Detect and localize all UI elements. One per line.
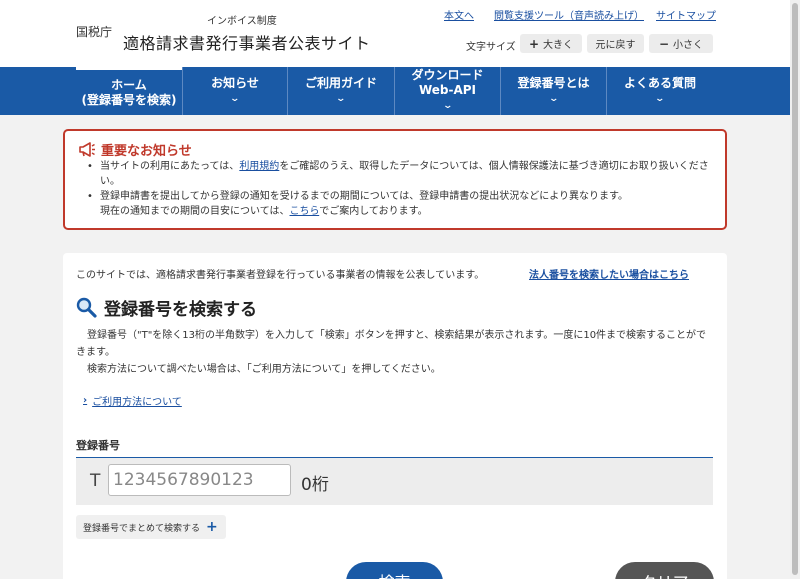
- intro-text: このサイトでは、適格請求書発行事業者登録を行っている事業者の情報を公表しています…: [76, 270, 485, 281]
- registration-number-field: T 0桁: [76, 458, 713, 505]
- nav-news-label: お知らせ: [211, 75, 259, 90]
- clear-button-label: クリア: [640, 569, 688, 579]
- registration-number-input[interactable]: [108, 464, 291, 496]
- notice-item2-before: 現在の通知までの期間の目安については、: [100, 206, 290, 217]
- notice-here-link[interactable]: こちら: [290, 206, 320, 217]
- font-reset-button[interactable]: 元に戻す: [587, 34, 644, 53]
- notice-item2-line1: 登録申請書を提出してから登録の通知を受けるまでの期間については、登録申請書の提出…: [100, 191, 628, 202]
- search-description: 登録番号（"T"を除く13桁の半角数字）を入力して「検索」ボタンを押すと、検索結…: [76, 327, 716, 378]
- search-button[interactable]: 検索: [346, 562, 443, 579]
- howto-link[interactable]: › ご利用方法について: [83, 393, 182, 408]
- bulk-search-label: 登録番号でまとめて検索する: [83, 523, 201, 534]
- chevron-down-icon: ⌄: [229, 93, 241, 104]
- howto-link-text: ご利用方法について: [92, 397, 182, 408]
- chevron-down-icon: ⌄: [548, 93, 559, 104]
- notice-title-text: 重要なお知らせ: [101, 144, 192, 159]
- notice-item: 当サイトの利用にあたっては、利用規約をご確認のうえ、取得したデータについては、個…: [87, 159, 717, 189]
- notice-item: 登録申請書を提出してから登録の通知を受けるまでの期間については、登録申請書の提出…: [87, 189, 717, 219]
- section-title-text: 登録番号を検索する: [104, 300, 257, 320]
- main-nav: ホーム (登録番号を検索) お知らせ ⌄ ご利用ガイド ⌄ ダウンロード Web…: [0, 67, 790, 115]
- registration-number-label: 登録番号: [76, 439, 120, 452]
- accessibility-tool-link[interactable]: 閲覧支援ツール（音声読み上げ）: [494, 7, 644, 22]
- search-icon: [76, 297, 97, 318]
- section-title: 登録番号を検索する: [76, 295, 257, 320]
- nav-download-label: ダウンロード: [411, 68, 484, 82]
- notice-list: 当サイトの利用にあたっては、利用規約をご確認のうえ、取得したデータについては、個…: [87, 159, 717, 219]
- nav-download[interactable]: ダウンロード Web-API ⌄: [395, 67, 500, 115]
- nav-about-number[interactable]: 登録番号とは ⌄: [501, 67, 606, 115]
- t-prefix: T: [90, 471, 101, 491]
- howto-instructions: 検索方法について調べたい場合は、「ご利用方法について」を押してください。: [87, 364, 441, 375]
- nav-home-sublabel: (登録番号を検索): [81, 92, 177, 107]
- terms-of-use-link[interactable]: 利用規約: [239, 161, 279, 172]
- corporate-number-search-link[interactable]: 法人番号を検索したい場合はこちら: [529, 266, 689, 281]
- notice-item2-after: でご案内しております。: [319, 206, 428, 217]
- notice-title: 重要なお知らせ: [79, 140, 192, 159]
- site-title[interactable]: 適格請求書発行事業者公表サイト: [123, 30, 371, 54]
- digit-count: 0桁: [301, 475, 329, 495]
- nav-guide-label: ご利用ガイド: [304, 75, 377, 90]
- chevron-down-icon: ⌄: [654, 93, 666, 104]
- important-notice: 重要なお知らせ 当サイトの利用にあたっては、利用規約をご確認のうえ、取得したデー…: [63, 129, 727, 230]
- nav-faq-label: よくある質問: [623, 75, 696, 90]
- font-smaller-label: 小さく: [673, 40, 704, 51]
- notice-item1-before: 当サイトの利用にあたっては、: [100, 161, 240, 172]
- plus-icon: +: [528, 36, 540, 51]
- utility-links: 本文へ 閲覧支援ツール（音声読み上げ） サイトマップ: [0, 7, 790, 23]
- sitemap-link[interactable]: サイトマップ: [656, 7, 716, 22]
- minus-icon: −: [658, 36, 670, 51]
- bulk-search-button[interactable]: 登録番号でまとめて検索する +: [76, 515, 226, 539]
- font-larger-label: 大きく: [543, 40, 574, 51]
- font-size-label: 文字サイズ: [466, 42, 516, 53]
- nav-about-number-label: 登録番号とは: [517, 75, 590, 90]
- chevron-right-icon: ›: [83, 395, 88, 406]
- nav-download-sublabel: Web-API: [418, 83, 477, 97]
- skip-to-content-link[interactable]: 本文へ: [444, 7, 474, 22]
- plus-icon: +: [206, 519, 218, 535]
- scrollbar-thumb[interactable]: [792, 3, 798, 575]
- site-header: 国税庁 インボイス制度 適格請求書発行事業者公表サイト 本文へ 閲覧支援ツール（…: [0, 0, 790, 67]
- nav-home-label: ホーム: [111, 77, 147, 92]
- megaphone-icon: [79, 142, 95, 157]
- search-button-label: 検索: [378, 569, 410, 579]
- nav-home[interactable]: ホーム (登録番号を検索): [76, 67, 182, 115]
- nav-guide[interactable]: ご利用ガイド ⌄: [288, 67, 394, 115]
- nav-faq[interactable]: よくある質問 ⌄: [607, 67, 713, 115]
- nav-news[interactable]: お知らせ ⌄: [183, 67, 287, 115]
- chevron-down-icon: ⌄: [442, 101, 453, 111]
- font-smaller-button[interactable]: − 小さく: [649, 34, 713, 53]
- vertical-scrollbar[interactable]: [790, 0, 800, 579]
- agency-name[interactable]: 国税庁: [76, 23, 112, 40]
- search-card: このサイトでは、適格請求書発行事業者登録を行っている事業者の情報を公表しています…: [63, 253, 727, 579]
- clear-button[interactable]: クリア: [615, 562, 714, 579]
- search-instructions: 登録番号（"T"を除く13桁の半角数字）を入力して「検索」ボタンを押すと、検索結…: [76, 330, 707, 358]
- font-larger-button[interactable]: + 大きく: [520, 34, 582, 53]
- chevron-down-icon: ⌄: [335, 93, 347, 104]
- font-reset-label: 元に戻す: [595, 40, 636, 51]
